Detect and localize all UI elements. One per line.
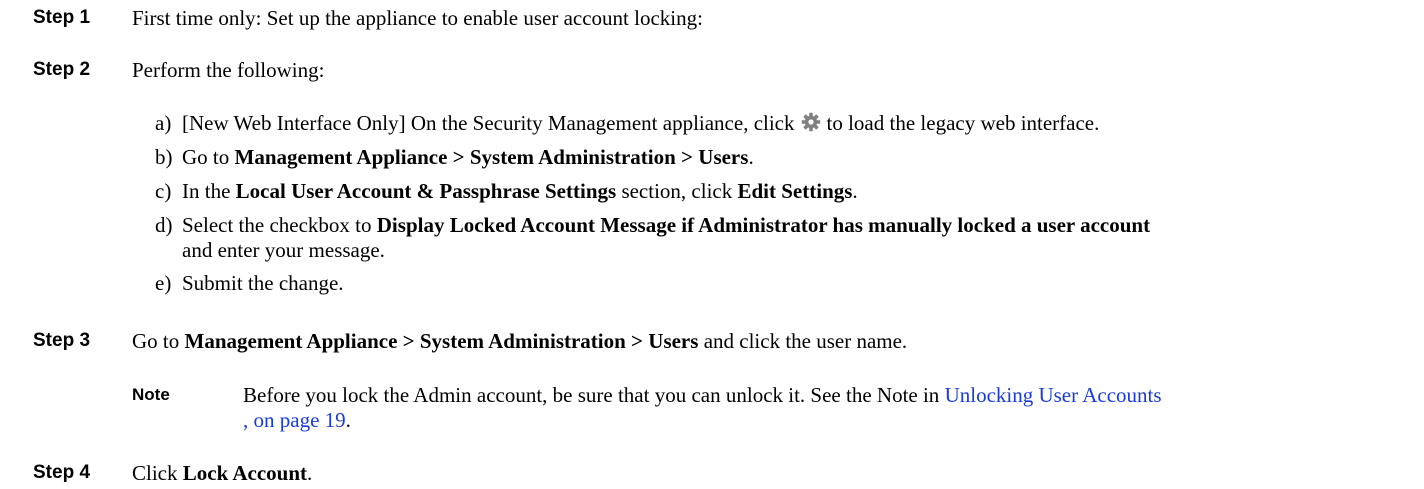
substep-c-edit-settings: Edit Settings [737, 179, 853, 203]
substep-a-text-before: [New Web Interface Only] On the Security… [182, 111, 795, 135]
step-4-button-name: Lock Account [182, 461, 308, 485]
substep-d: d) Select the checkbox to Display Locked … [155, 213, 1150, 237]
step-4-prefix: Click [132, 461, 183, 485]
substep-a: a) [New Web Interface Only] On the Securi… [155, 111, 1099, 137]
step-2-label: Step 2 [33, 59, 91, 80]
substep-d-continuation: and enter your message. [182, 238, 385, 262]
substep-c-text-1: In the [182, 179, 236, 203]
substep-c-text-3: . [852, 179, 858, 203]
step-4-suffix: . [307, 461, 313, 485]
substep-b-path: Management Appliance > System Administra… [234, 145, 749, 169]
step-3-text: Go to Management Appliance > System Admi… [132, 329, 907, 353]
note-text: Before you lock the Admin account, be su… [243, 383, 1162, 407]
substep-d-prefix: Select the checkbox to [182, 213, 377, 237]
step-4-text: Click Lock Account. [132, 461, 312, 485]
note-label: Note [132, 385, 170, 404]
substep-letter: d) [155, 213, 173, 237]
step-2-text: Perform the following: [132, 58, 325, 82]
gear-icon[interactable] [801, 112, 821, 137]
substep-c: c) In the Local User Account & Passphrase… [155, 179, 858, 203]
note-text-line-2: , on page 19. [243, 408, 351, 432]
step-3-suffix: and click the user name. [698, 329, 908, 353]
unlocking-user-accounts-link[interactable]: Unlocking User Accounts [945, 383, 1162, 407]
substep-e-text: Submit the change. [182, 271, 344, 295]
step-3-path: Management Appliance > System Administra… [184, 329, 699, 353]
substep-letter: c) [155, 179, 172, 203]
substep-c-text-2: section, click [616, 179, 738, 203]
step-4-label: Step 4 [33, 462, 91, 483]
page-reference-link[interactable]: , on page 19 [243, 408, 346, 432]
substep-e: e) Submit the change. [155, 271, 344, 295]
substep-letter: a) [155, 111, 172, 135]
substep-b-prefix: Go to [182, 145, 235, 169]
step-3-label: Step 3 [33, 330, 91, 351]
step-3-prefix: Go to [132, 329, 185, 353]
note-end: . [345, 408, 351, 432]
substep-b: b) Go to Management Appliance > System Ad… [155, 145, 754, 169]
step-1-label: Step 1 [33, 7, 91, 28]
substep-d-option: Display Locked Account Message if Admini… [376, 213, 1151, 237]
substep-c-section-name: Local User Account & Passphrase Settings [235, 179, 617, 203]
substep-b-suffix: . [748, 145, 754, 169]
step-1-text: First time only: Set up the appliance to… [132, 6, 703, 30]
substep-a-text-after: to load the legacy web interface. [826, 111, 1100, 135]
substep-letter: b) [155, 145, 173, 169]
note-body: Before you lock the Admin account, be su… [243, 383, 945, 407]
substep-letter: e) [155, 271, 172, 295]
